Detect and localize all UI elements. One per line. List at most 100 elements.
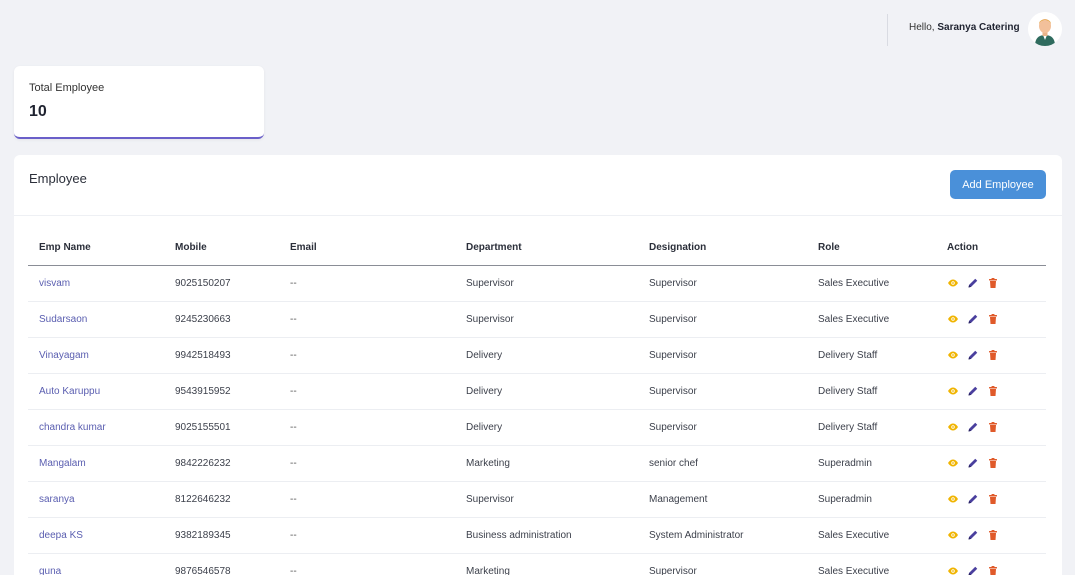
- add-employee-button[interactable]: Add Employee: [950, 170, 1046, 199]
- column-header-action: Action: [936, 230, 1046, 266]
- table-row: Mangalam 9842226232 -- Marketing senior chef…: [28, 445, 1046, 482]
- column-header-email[interactable]: Email: [279, 230, 455, 266]
- department-cell: Marketing: [455, 445, 638, 482]
- role-cell: Sales Executive: [807, 517, 936, 554]
- email-cell: --: [279, 553, 455, 575]
- department-cell: Supervisor: [455, 301, 638, 338]
- action-cell: [936, 373, 1046, 410]
- emp-name-cell[interactable]: chandra kumar: [28, 409, 164, 446]
- email-cell: --: [279, 445, 455, 482]
- table-row: Sudarsaon 9245230663 -- Supervisor Superviso…: [28, 301, 1046, 338]
- role-cell: Sales Executive: [807, 553, 936, 575]
- row-actions: [947, 277, 1046, 289]
- role-cell: Sales Executive: [807, 301, 936, 338]
- trash-icon[interactable]: [987, 421, 999, 433]
- emp-name-cell[interactable]: guna: [28, 553, 164, 575]
- column-header-role[interactable]: Role: [807, 230, 936, 266]
- emp-name-cell[interactable]: Vinayagam: [28, 337, 164, 374]
- pencil-icon[interactable]: [967, 457, 979, 469]
- trash-icon[interactable]: [987, 493, 999, 505]
- department-cell: Supervisor: [455, 481, 638, 518]
- pencil-icon[interactable]: [967, 565, 979, 575]
- pencil-icon[interactable]: [967, 529, 979, 541]
- mobile-cell: 9876546578: [164, 553, 279, 575]
- column-header-mobile[interactable]: Mobile: [164, 230, 279, 266]
- trash-icon[interactable]: [987, 277, 999, 289]
- email-cell: --: [279, 337, 455, 374]
- trash-icon[interactable]: [987, 313, 999, 325]
- column-header-designation[interactable]: Designation: [638, 230, 807, 266]
- pencil-icon[interactable]: [967, 421, 979, 433]
- action-cell: [936, 337, 1046, 374]
- avatar[interactable]: [1028, 12, 1062, 46]
- table-header-row: Emp Name Mobile Email Department Designa…: [28, 230, 1046, 266]
- eye-icon[interactable]: [947, 421, 959, 433]
- emp-name-cell[interactable]: saranya: [28, 481, 164, 518]
- emp-name-cell[interactable]: Sudarsaon: [28, 301, 164, 338]
- email-cell: --: [279, 409, 455, 446]
- pencil-icon[interactable]: [967, 385, 979, 397]
- designation-cell: Supervisor: [638, 553, 807, 575]
- trash-icon[interactable]: [987, 385, 999, 397]
- department-cell: Business administration: [455, 517, 638, 554]
- department-cell: Delivery: [455, 373, 638, 410]
- email-cell: --: [279, 481, 455, 518]
- top-bar: Hello, Saranya Catering: [0, 0, 1075, 60]
- mobile-cell: 9025155501: [164, 409, 279, 446]
- role-cell: Superadmin: [807, 445, 936, 482]
- action-cell: [936, 445, 1046, 482]
- employee-panel: Employee Add Employee Emp Name Mobile Em…: [14, 155, 1062, 575]
- emp-name-cell[interactable]: visvam: [28, 265, 164, 302]
- email-cell: --: [279, 517, 455, 554]
- mobile-cell: 9942518493: [164, 337, 279, 374]
- eye-icon[interactable]: [947, 277, 959, 289]
- designation-cell: Supervisor: [638, 373, 807, 410]
- eye-icon[interactable]: [947, 493, 959, 505]
- row-actions: [947, 493, 1046, 505]
- eye-icon[interactable]: [947, 529, 959, 541]
- pencil-icon[interactable]: [967, 277, 979, 289]
- department-cell: Marketing: [455, 553, 638, 575]
- trash-icon[interactable]: [987, 349, 999, 361]
- table-body: visvam 9025150207 -- Supervisor Supervisor Sa…: [28, 265, 1046, 575]
- row-actions: [947, 529, 1046, 541]
- table-row: Vinayagam 9942518493 -- Delivery Supervisor D…: [28, 337, 1046, 374]
- email-cell: --: [279, 265, 455, 302]
- action-cell: [936, 553, 1046, 575]
- emp-name-cell[interactable]: deepa KS: [28, 517, 164, 554]
- eye-icon[interactable]: [947, 349, 959, 361]
- eye-icon[interactable]: [947, 313, 959, 325]
- row-actions: [947, 349, 1046, 361]
- role-cell: Superadmin: [807, 481, 936, 518]
- mobile-cell: 9842226232: [164, 445, 279, 482]
- action-cell: [936, 265, 1046, 302]
- designation-cell: Supervisor: [638, 337, 807, 374]
- emp-name-cell[interactable]: Mangalam: [28, 445, 164, 482]
- eye-icon[interactable]: [947, 385, 959, 397]
- column-header-department[interactable]: Department: [455, 230, 638, 266]
- table-row: Auto Karuppu 9543915952 -- Delivery Supervis…: [28, 373, 1046, 410]
- mobile-cell: 9543915952: [164, 373, 279, 410]
- department-cell: Supervisor: [455, 265, 638, 302]
- eye-icon[interactable]: [947, 565, 959, 575]
- user-greeting: Hello, Saranya Catering: [909, 22, 1020, 33]
- emp-name-cell[interactable]: Auto Karuppu: [28, 373, 164, 410]
- pencil-icon[interactable]: [967, 493, 979, 505]
- pencil-icon[interactable]: [967, 313, 979, 325]
- action-cell: [936, 481, 1046, 518]
- column-header-emp-name[interactable]: Emp Name: [28, 230, 164, 266]
- row-actions: [947, 313, 1046, 325]
- header-divider: [887, 14, 888, 46]
- mobile-cell: 8122646232: [164, 481, 279, 518]
- department-cell: Delivery: [455, 409, 638, 446]
- trash-icon[interactable]: [987, 529, 999, 541]
- designation-cell: Supervisor: [638, 409, 807, 446]
- designation-cell: Management: [638, 481, 807, 518]
- eye-icon[interactable]: [947, 457, 959, 469]
- pencil-icon[interactable]: [967, 349, 979, 361]
- role-cell: Delivery Staff: [807, 409, 936, 446]
- trash-icon[interactable]: [987, 565, 999, 575]
- role-cell: Sales Executive: [807, 265, 936, 302]
- trash-icon[interactable]: [987, 457, 999, 469]
- email-cell: --: [279, 373, 455, 410]
